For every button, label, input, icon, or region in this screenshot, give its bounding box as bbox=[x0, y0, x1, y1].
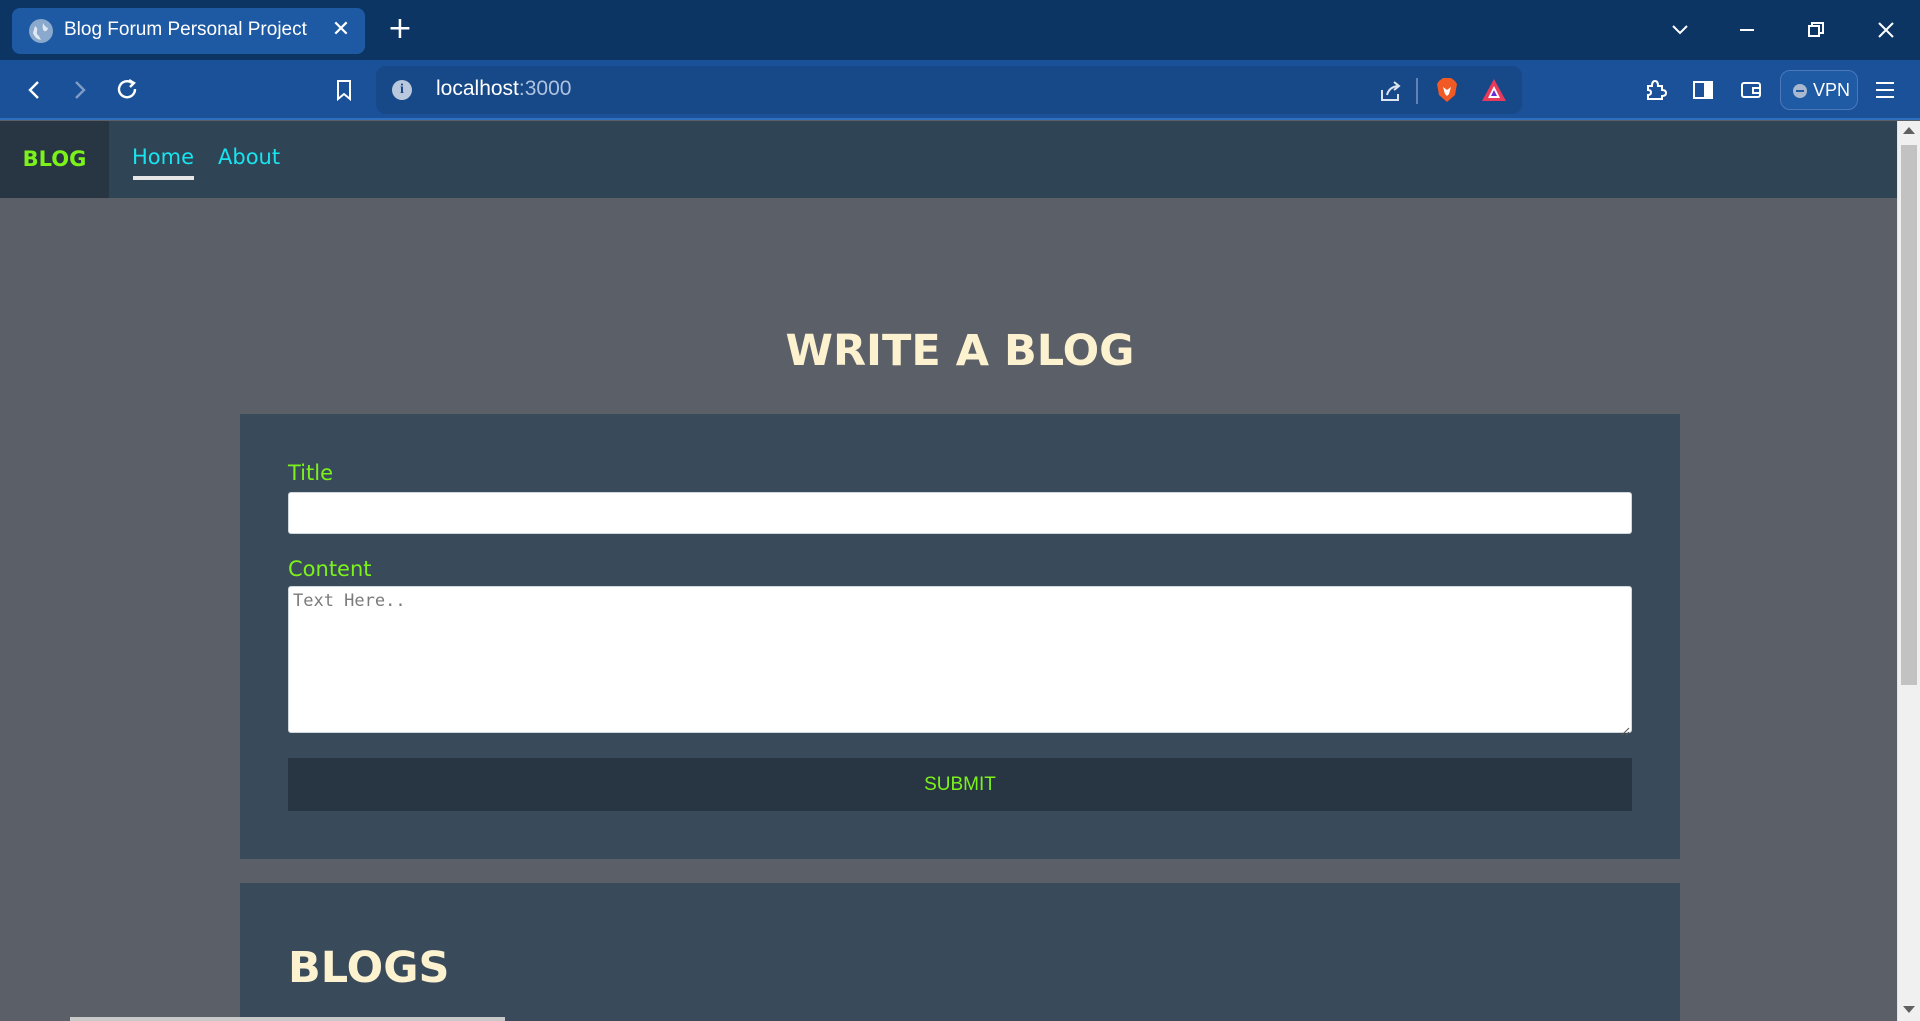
write-blog-heading: WRITE A BLOG bbox=[785, 326, 1135, 376]
site-info-icon[interactable]: i bbox=[392, 80, 412, 100]
page-viewport: BLOG Home About WRITE A BLOG Title Conte… bbox=[0, 121, 1897, 1021]
title-input[interactable] bbox=[288, 492, 1632, 534]
share-icon[interactable] bbox=[1376, 76, 1406, 106]
minimize-icon[interactable] bbox=[1727, 10, 1767, 50]
nav-link-home[interactable]: Home bbox=[132, 145, 194, 169]
active-link-underline bbox=[133, 176, 194, 180]
browser-toolbar: i localhost:3000 bbox=[0, 60, 1920, 120]
browser-tab[interactable]: Blog Forum Personal Project ✕ bbox=[12, 8, 365, 54]
brave-shields-icon[interactable] bbox=[1432, 75, 1462, 105]
tab-title: Blog Forum Personal Project bbox=[64, 19, 307, 40]
site-navbar: BLOG Home About bbox=[0, 121, 1897, 198]
new-tab-button[interactable]: + bbox=[385, 14, 415, 44]
sidebar-icon[interactable] bbox=[1685, 72, 1721, 108]
wallet-icon[interactable] bbox=[1733, 72, 1769, 108]
reload-icon[interactable] bbox=[110, 72, 146, 108]
address-bar[interactable]: i localhost:3000 bbox=[376, 66, 1522, 114]
url-separator bbox=[1416, 78, 1418, 104]
close-window-icon[interactable] bbox=[1866, 10, 1906, 50]
vpn-status-icon bbox=[1793, 84, 1807, 98]
bookmark-icon[interactable] bbox=[326, 72, 362, 108]
tab-search-chevron-icon[interactable] bbox=[1660, 10, 1700, 50]
tab-close-icon[interactable]: ✕ bbox=[329, 18, 353, 42]
content-label: Content bbox=[288, 557, 372, 581]
extensions-icon[interactable] bbox=[1637, 72, 1673, 108]
brave-rewards-icon[interactable] bbox=[1480, 76, 1508, 104]
globe-icon bbox=[29, 19, 53, 43]
blogs-heading: BLOGS bbox=[288, 943, 450, 993]
restore-icon[interactable] bbox=[1796, 10, 1836, 50]
blogs-section: BLOGS bbox=[240, 883, 1680, 1021]
blog-form: Title Content SUBMIT bbox=[240, 414, 1680, 859]
content-textarea[interactable] bbox=[288, 586, 1632, 733]
vpn-button[interactable]: VPN bbox=[1780, 70, 1858, 110]
url-text: localhost:3000 bbox=[436, 77, 572, 100]
menu-icon[interactable] bbox=[1867, 72, 1903, 108]
browser-tabbar: Blog Forum Personal Project ✕ + bbox=[0, 0, 1920, 60]
forward-icon[interactable] bbox=[62, 72, 98, 108]
horizontal-scroll-indicator bbox=[70, 1017, 505, 1021]
resize-handle-icon[interactable] bbox=[1620, 721, 1630, 736]
title-label: Title bbox=[288, 461, 334, 485]
back-icon[interactable] bbox=[16, 72, 52, 108]
submit-button[interactable]: SUBMIT bbox=[288, 758, 1632, 811]
vertical-scrollbar[interactable] bbox=[1897, 121, 1920, 1021]
nav-link-about[interactable]: About bbox=[218, 145, 280, 169]
scroll-thumb[interactable] bbox=[1901, 145, 1917, 685]
scroll-down-arrow-icon[interactable] bbox=[1903, 1006, 1915, 1013]
vpn-label: VPN bbox=[1813, 80, 1851, 100]
scroll-up-arrow-icon[interactable] bbox=[1903, 127, 1915, 134]
brand-logo[interactable]: BLOG bbox=[0, 121, 109, 198]
